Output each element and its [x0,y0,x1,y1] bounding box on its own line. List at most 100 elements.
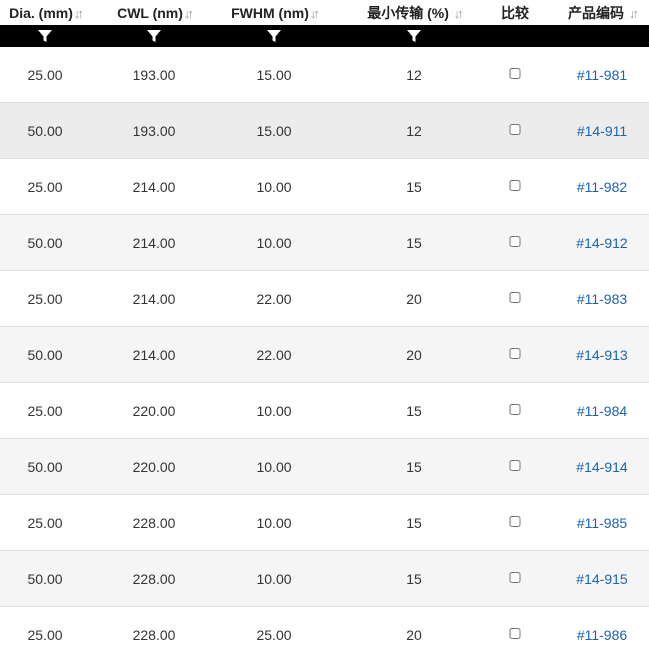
cell-min-transmission: 15 [406,515,422,531]
cell-product-code: #14-912 [576,215,627,271]
product-code-link[interactable]: #14-914 [576,459,627,475]
cell-dia: 25.00 [27,291,63,307]
compare-checkbox[interactable] [509,628,521,639]
table-row: 50.00 214.00 22.00 20 #14-913 [0,327,649,383]
cell-product-code: #14-914 [576,439,627,495]
filter-icon[interactable] [146,28,162,44]
sort-icon[interactable]: ↓↑ [454,6,464,21]
compare-checkbox[interactable] [509,292,521,303]
compare-checkbox[interactable] [509,404,521,415]
cell-dia: 50.00 [27,123,63,139]
cell-cwl: 228.00 [132,627,176,643]
compare-checkbox[interactable] [509,348,521,359]
cell-min-transmission: 15 [406,459,422,475]
column-header-label: 比较 [501,5,529,21]
cell-cwl: 228.00 [132,571,176,587]
cell-fwhm: 10.00 [256,179,292,195]
table-row: 25.00 228.00 10.00 15 #11-985 [0,495,649,551]
cell-cwl: 214.00 [132,179,176,195]
compare-checkbox[interactable] [509,124,521,135]
cell-fwhm: 15.00 [256,123,292,139]
column-header-min-transmission[interactable]: 最小传输 (%) ↓↑ [367,0,464,25]
cell-dia: 50.00 [27,235,63,251]
table-row: 25.00 193.00 15.00 12 #11-981 [0,47,649,103]
product-code-link[interactable]: #14-915 [576,571,627,587]
cell-product-code: #11-986 [577,607,627,650]
product-code-link[interactable]: #11-982 [577,179,627,195]
product-table: Dia. (mm)↓↑ CWL (nm)↓↑ FWHM (nm)↓↑ 最小传输 … [0,0,649,650]
cell-cwl: 228.00 [132,515,176,531]
filter-icon[interactable] [406,28,422,44]
column-header-label: CWL (nm) [117,5,183,21]
cell-fwhm: 25.00 [256,627,292,643]
filter-icon[interactable] [37,28,53,44]
cell-cwl: 214.00 [132,235,176,251]
sort-icon[interactable]: ↓↑ [629,6,639,21]
cell-cwl: 193.00 [132,67,176,83]
cell-cwl: 214.00 [132,347,176,363]
column-header-fwhm[interactable]: FWHM (nm)↓↑ [231,0,320,25]
product-code-link[interactable]: #11-986 [577,627,627,643]
table-row: 50.00 214.00 10.00 15 #14-912 [0,215,649,271]
compare-checkbox[interactable] [509,572,521,583]
cell-min-transmission: 15 [406,235,422,251]
column-header-product-code[interactable]: 产品编码 ↓↑ [568,0,639,25]
cell-min-transmission: 20 [406,291,422,307]
cell-dia: 25.00 [27,67,63,83]
column-header-cwl[interactable]: CWL (nm)↓↑ [117,0,194,25]
column-header-label: 最小传输 (%) [367,5,449,21]
cell-product-code: #11-981 [577,47,627,103]
cell-min-transmission: 20 [406,347,422,363]
cell-min-transmission: 15 [406,179,422,195]
cell-product-code: #14-915 [576,551,627,607]
compare-checkbox[interactable] [509,460,521,471]
compare-checkbox[interactable] [509,68,521,79]
column-header-dia[interactable]: Dia. (mm)↓↑ [9,0,84,25]
table-row: 50.00 193.00 15.00 12 #14-911 [0,103,649,159]
product-code-link[interactable]: #14-912 [576,235,627,251]
table-row: 25.00 214.00 10.00 15 #11-982 [0,159,649,215]
product-code-link[interactable]: #11-985 [577,515,627,531]
compare-checkbox[interactable] [509,516,521,527]
cell-product-code: #11-983 [577,271,627,327]
cell-dia: 50.00 [27,459,63,475]
product-code-link[interactable]: #11-984 [577,403,627,419]
table-row: 25.00 214.00 22.00 20 #11-983 [0,271,649,327]
cell-fwhm: 22.00 [256,291,292,307]
column-header-label: Dia. (mm) [9,5,73,21]
cell-product-code: #11-984 [577,383,627,439]
cell-cwl: 214.00 [132,291,176,307]
cell-dia: 25.00 [27,403,63,419]
product-code-link[interactable]: #11-981 [577,67,627,83]
product-code-link[interactable]: #11-983 [577,291,627,307]
cell-product-code: #14-913 [576,327,627,383]
product-code-link[interactable]: #14-911 [577,123,627,139]
cell-dia: 50.00 [27,571,63,587]
cell-dia: 25.00 [27,627,63,643]
cell-min-transmission: 12 [406,67,422,83]
column-header-compare: 比较 [501,0,529,25]
cell-dia: 50.00 [27,347,63,363]
table-row: 50.00 220.00 10.00 15 #14-914 [0,439,649,495]
cell-cwl: 220.00 [132,459,176,475]
column-header-label: FWHM (nm) [231,5,309,21]
table-row: 50.00 228.00 10.00 15 #14-915 [0,551,649,607]
table-header: Dia. (mm)↓↑ CWL (nm)↓↑ FWHM (nm)↓↑ 最小传输 … [0,0,649,25]
cell-product-code: #11-982 [577,159,627,215]
cell-fwhm: 10.00 [256,515,292,531]
filter-icon[interactable] [266,28,282,44]
cell-min-transmission: 12 [406,123,422,139]
sort-icon[interactable]: ↓↑ [310,6,320,21]
cell-fwhm: 10.00 [256,403,292,419]
cell-cwl: 193.00 [132,123,176,139]
cell-fwhm: 15.00 [256,67,292,83]
sort-icon[interactable]: ↓↑ [74,6,84,21]
cell-min-transmission: 20 [406,627,422,643]
cell-dia: 25.00 [27,515,63,531]
compare-checkbox[interactable] [509,180,521,191]
product-code-link[interactable]: #14-913 [576,347,627,363]
cell-fwhm: 22.00 [256,347,292,363]
sort-icon[interactable]: ↓↑ [184,6,194,21]
table-row: 25.00 220.00 10.00 15 #11-984 [0,383,649,439]
compare-checkbox[interactable] [509,236,521,247]
